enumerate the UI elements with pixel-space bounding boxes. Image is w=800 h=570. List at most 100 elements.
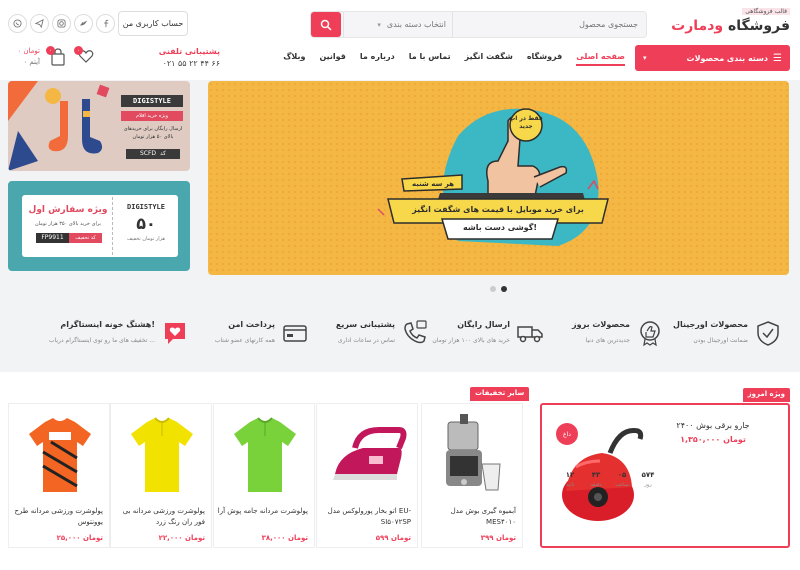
logo-name-1: فروشگاه	[727, 18, 790, 34]
hero-speech: فقط در اپ جدید	[509, 115, 543, 130]
feature-title: هشتگ خونه اینستاگرام!	[60, 320, 155, 329]
telegram-icon[interactable]	[30, 14, 49, 33]
phone-support: پشتیبانی تلفنی ۰۲۱ ۵۵ ۲۲ ۴۴ ۶۶	[130, 47, 220, 68]
wishlist-button[interactable]: ۰	[74, 46, 94, 68]
hero-art	[208, 81, 789, 275]
slider-dot-2[interactable]	[501, 286, 507, 292]
categories-button[interactable]: ▾ دسته بندی محصولات ☰	[635, 45, 790, 71]
product-price: ۵۹۹ تومان	[375, 534, 411, 542]
features-bar: محصولات اورجینال ضمانت اورجینال بودن محص…	[0, 305, 800, 365]
cart-button[interactable]: ۰	[46, 46, 66, 70]
special-today-tag: ویژه امروز	[742, 388, 790, 402]
feature-title: محصولات بروز	[572, 320, 630, 329]
product-name[interactable]: پولوشرت ورزشی مردانه طرح یوونتوس	[11, 506, 103, 528]
special-product-name[interactable]: جارو برقی بوش ۲۴۰۰	[648, 421, 778, 430]
banner2-code-label: کد تخفیف	[69, 233, 102, 243]
cart-summary[interactable]: ۰ تومان ۰ آیتم	[8, 47, 40, 66]
nav-item-rules[interactable]: قوانین	[319, 52, 345, 66]
product-name[interactable]: پولوشرت مردانه جامه پوش آرا	[216, 506, 308, 517]
header: قالب فروشگاهی فروشگاه ودمارت ▾ انتخاب دس…	[0, 0, 800, 80]
cart-badge: ۰	[46, 46, 55, 55]
special-price: ۱,۳۵۰,۰۰۰ تومان	[680, 435, 746, 444]
countdown-unit: ۴۳ دقیقه	[590, 471, 602, 488]
menu-icon: ☰	[773, 52, 782, 64]
feature-subtitle: همه کارتهای عضو شتاب	[214, 337, 275, 344]
feature-subtitle: تخفیف های ما رو توی اینستاگرام دریاب ...	[48, 337, 155, 344]
banner2-amount-unit: هزار تومان تخفیف	[126, 236, 166, 242]
feature-title: پشتیبانی سریع	[335, 320, 395, 329]
nav-item-home[interactable]: صفحه اصلی	[576, 52, 625, 66]
logo-tag: قالب فروشگاهی	[742, 8, 790, 15]
banner1-brand: DIGISTYLE	[121, 95, 183, 107]
banner2-code-box: FP9911 کد تخفیف	[36, 233, 102, 243]
search-category-label: انتخاب دسته بندی	[386, 20, 446, 29]
banner2-title: ویژه سفارش اول	[28, 205, 108, 215]
feature-subtitle: خرید های بالای ۱۰۰ هزار تومان	[432, 337, 510, 344]
instagram-icon[interactable]	[52, 14, 71, 33]
feature-item[interactable]: هشتگ خونه اینستاگرام! تخفیف های ما رو تو…	[30, 315, 195, 357]
banner1-text: ارسال رایگان برای خریدهای بالای ۵۰ هزار …	[123, 126, 183, 140]
product-name[interactable]: اتو بخار پورولوکس مدل EU-SI۵۰۷۲SP	[319, 506, 411, 528]
search-button[interactable]	[311, 12, 341, 37]
search-icon	[320, 19, 332, 31]
banner1-code-label: کد	[160, 150, 167, 157]
product-price: ۳۸,۰۰۰ تومان	[261, 534, 308, 542]
product-card[interactable]: پولوشرت ورزشی مردانه بی فور ران رنگ زرد …	[110, 403, 212, 548]
nav-item-amazing[interactable]: شگفت انگیز	[465, 52, 513, 66]
feature-item: محصولات بروز جدیدترین های دنیا	[560, 315, 670, 357]
categories-label: دسته بندی محصولات	[686, 53, 769, 63]
special-offer-card[interactable]: داغ جارو برقی بوش ۲۴۰۰ ۱,۳۵۰,۰۰۰ تومان ۵…	[540, 403, 790, 548]
product-image-juicer	[434, 412, 512, 497]
banner2-code: FP9911	[36, 233, 69, 243]
nav-item-contact[interactable]: تماس با ما	[409, 52, 451, 66]
product-card[interactable]: آبمیوه گیری بوش مدل MES۴۰۱۰ ۳۹۹ تومان	[421, 403, 523, 548]
product-image-iron	[329, 412, 407, 497]
nav-item-blog[interactable]: وبلاگ	[283, 52, 305, 66]
feature-item: محصولات اورجینال ضمانت اورجینال بودن	[673, 315, 788, 357]
countdown-unit: ۱۲ ثانیه	[565, 471, 575, 488]
twitter-icon[interactable]	[74, 14, 93, 33]
banner2-brand: DIGISTYLE	[127, 203, 165, 211]
site-logo[interactable]: قالب فروشگاهی فروشگاه ودمارت	[642, 8, 792, 40]
account-button[interactable]: حساب کاربری من	[118, 11, 188, 36]
product-name[interactable]: پولوشرت ورزشی مردانه بی فور ران رنگ زرد	[113, 506, 205, 528]
side-banner-socks[interactable]: DIGISTYLE ویژه خرید اقلام ارسال رایگان ب…	[8, 81, 190, 171]
countdown: ۵۷۴ روز ۰۵ ساعت ۴۳ دقیقه ۱۲ ثانیه	[560, 471, 658, 488]
product-card[interactable]: اتو بخار پورولوکس مدل EU-SI۵۰۷۲SP ۵۹۹ تو…	[316, 403, 418, 548]
support-phone: ۰۲۱ ۵۵ ۲۲ ۴۴ ۶۶	[162, 59, 220, 68]
search-category-select[interactable]: ▾ انتخاب دسته بندی	[343, 12, 453, 37]
banner1-ribbon: ویژه خرید اقلام	[121, 111, 183, 121]
hero-day: هر سه شنبه	[411, 180, 455, 188]
banner1-code: SCFD	[139, 150, 157, 157]
product-card[interactable]: پولوشرت مردانه جامه پوش آرا ۳۸,۰۰۰ تومان	[213, 403, 315, 548]
hero-line1: برای خرید موبایل با قیمت های شگفت انگیز	[412, 205, 584, 214]
search-bar: ▾ انتخاب دسته بندی	[310, 11, 647, 38]
feature-subtitle: تماس در ساعات اداری	[337, 337, 395, 344]
product-card[interactable]: پولوشرت ورزشی مردانه طرح یوونتوس ۲۵,۰۰۰ …	[8, 403, 110, 548]
chevron-down-icon: ▾	[643, 54, 647, 62]
banner2-subtitle: برای خرید بالای ۳۵۰ هزار تومان	[34, 221, 102, 227]
feature-item: ارسال رایگان خرید های بالای ۱۰۰ هزار توم…	[432, 315, 550, 357]
hero-slider[interactable]: فقط در اپ جدید هر سه شنبه برای خرید موبا…	[208, 81, 789, 275]
search-input[interactable]	[456, 12, 646, 37]
chevron-down-icon: ▾	[377, 20, 381, 29]
nav-item-shop[interactable]: فروشگاه	[527, 52, 562, 66]
slider-dot-1[interactable]	[490, 286, 496, 292]
hot-badge: داغ	[556, 423, 578, 445]
banner2-amount: ۵۰	[136, 214, 156, 233]
phone-icon	[404, 320, 427, 344]
product-image-jersey	[21, 412, 99, 497]
shield-check-icon	[757, 321, 779, 346]
main-nav: صفحه اصلی فروشگاه شگفت انگیز تماس با ما …	[283, 52, 625, 66]
side-banner-first-order[interactable]: DIGISTYLE ۵۰ هزار تومان تخفیف ویژه سفارش…	[8, 181, 190, 271]
banner1-code-box: SCFD کد	[126, 149, 180, 159]
truck-icon	[517, 326, 543, 343]
cart-items: ۰ آیتم	[23, 58, 40, 66]
nav-item-about[interactable]: درباره ما	[360, 52, 395, 66]
product-name[interactable]: آبمیوه گیری بوش مدل MES۴۰۱۰	[424, 506, 516, 528]
countdown-unit: ۵۷۴ روز	[641, 471, 655, 488]
facebook-icon[interactable]	[96, 14, 115, 33]
product-price: ۳۹۹ تومان	[480, 534, 516, 542]
whatsapp-icon[interactable]	[8, 14, 27, 33]
instagram-heart-icon	[165, 323, 185, 344]
